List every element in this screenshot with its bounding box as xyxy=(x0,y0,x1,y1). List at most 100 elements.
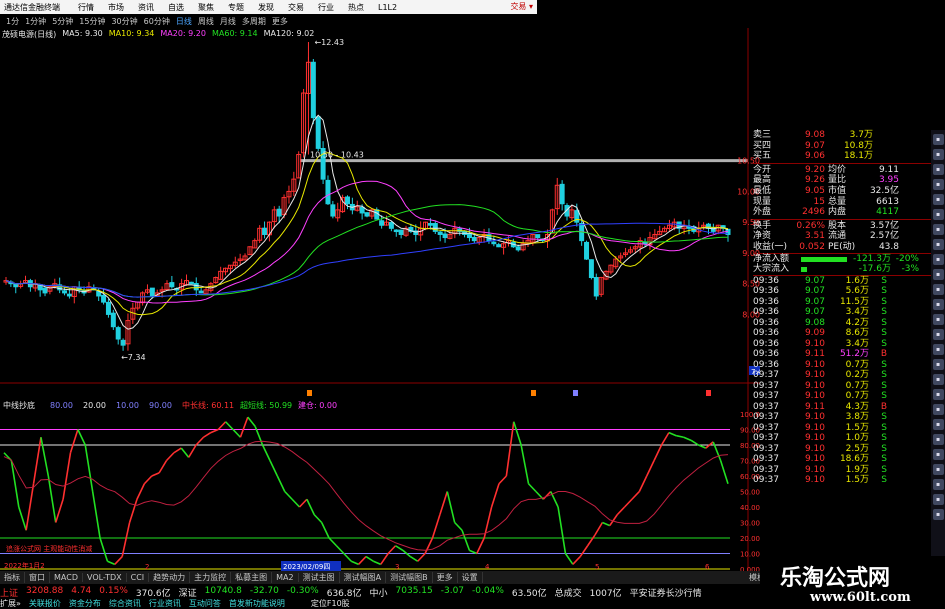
indicator-tab[interactable]: CCI xyxy=(127,573,150,582)
oscillator-segment xyxy=(269,460,279,477)
trade-button[interactable]: 交易 ▾ xyxy=(510,1,533,12)
menu-item[interactable]: 热点 xyxy=(348,2,364,13)
quote-key2: 总量 xyxy=(828,196,847,207)
extension-link[interactable]: 综合资讯 xyxy=(109,598,141,609)
indicator-tab[interactable]: 设置 xyxy=(458,572,483,583)
period-tab[interactable]: 多周期 xyxy=(242,16,266,27)
indicator-name: 中线抄底 xyxy=(3,400,35,410)
sz-value: 10740.8 xyxy=(204,586,242,596)
f10-locator[interactable]: 定位F10股 xyxy=(311,598,350,609)
menu-item[interactable]: 发现 xyxy=(258,2,274,13)
signal-marker xyxy=(573,390,578,396)
oscillator-segment xyxy=(446,491,456,523)
toolbar-icon[interactable]: ▪ xyxy=(932,239,944,250)
toolbar-icon[interactable]: ▪ xyxy=(932,299,944,310)
toolbar-icon[interactable]: ▪ xyxy=(932,404,944,415)
toolbar-icon[interactable]: ▪ xyxy=(932,509,944,520)
toolbar-icon[interactable]: ▪ xyxy=(932,479,944,490)
tick-row: 09:36 9.07 11.5万 S xyxy=(753,297,931,308)
menu-item[interactable]: 资讯 xyxy=(138,2,154,13)
period-tab[interactable]: 60分钟 xyxy=(144,16,170,27)
oscillator-segment xyxy=(188,444,197,458)
oscillator-segment xyxy=(291,498,301,508)
toolbar-icon[interactable]: ▪ xyxy=(932,149,944,160)
indicator-tab[interactable]: 窗口 xyxy=(25,572,50,583)
menu-item[interactable]: 行情 xyxy=(78,2,94,13)
toolbar-icon[interactable]: ▪ xyxy=(932,134,944,145)
toolbar-icon[interactable]: ▪ xyxy=(932,254,944,265)
candle-body xyxy=(437,231,443,235)
toolbar-icon[interactable]: ▪ xyxy=(932,209,944,220)
period-tab[interactable]: 周线 xyxy=(198,16,214,27)
tick-price: 9.08 xyxy=(804,317,825,328)
menu-item[interactable]: 交易 xyxy=(288,2,304,13)
toolbar-icon[interactable]: ▪ xyxy=(932,344,944,355)
menu-item[interactable]: 自选 xyxy=(168,2,184,13)
toolbar-icon[interactable]: ▪ xyxy=(932,224,944,235)
indicator-tab[interactable]: 测试幅图B xyxy=(386,572,433,583)
quote-key2: 股本 xyxy=(828,220,847,231)
toolbar-icon[interactable]: ▪ xyxy=(932,419,944,430)
menu-item[interactable]: 市场 xyxy=(108,2,124,13)
indicator-tab[interactable]: VOL-TDX xyxy=(83,573,127,582)
period-tab[interactable]: 15分钟 xyxy=(79,16,105,27)
indicator-param: 20.00 xyxy=(83,401,106,410)
tick-price: 9.07 xyxy=(804,286,825,297)
tick-volume: 51.2万 xyxy=(839,349,869,360)
toolbar-icon[interactable]: ▪ xyxy=(932,179,944,190)
extension-link[interactable]: 首发新功能说明 xyxy=(229,598,285,609)
toolbar-icon[interactable]: ▪ xyxy=(932,464,944,475)
extension-link[interactable]: 互动问答 xyxy=(189,598,221,609)
period-tab[interactable]: 1分钟 xyxy=(25,16,46,27)
toolbar-icon[interactable]: ▪ xyxy=(932,284,944,295)
net-flow-key: 大宗流入 xyxy=(753,264,790,275)
extension-link[interactable]: 资金分布 xyxy=(69,598,101,609)
sh-change: 4.74 xyxy=(71,586,92,596)
indicator-tab[interactable]: 更多 xyxy=(433,572,458,583)
period-tab[interactable]: 日线 xyxy=(176,16,192,27)
indicator-tab[interactable]: 测试幅图A xyxy=(340,572,387,583)
kline-chart[interactable]: ←12.43←7.3410.50 - 10.4310.5010.009.509.… xyxy=(0,28,760,588)
toolbar-icon[interactable]: ▪ xyxy=(932,164,944,175)
oscillator-segment xyxy=(84,444,94,492)
date-left-label: 2022年1月2 xyxy=(4,561,45,570)
toolbar-icon[interactable]: ▪ xyxy=(932,389,944,400)
toolbar-icon[interactable]: ▪ xyxy=(932,314,944,325)
extension-link[interactable]: 关联报价 xyxy=(29,598,61,609)
oscillator-segment xyxy=(165,452,175,462)
indicator-tab[interactable]: 主力监控 xyxy=(190,572,232,583)
toolbar-icon[interactable]: ▪ xyxy=(932,449,944,460)
candle-body xyxy=(120,339,126,346)
menu-item[interactable]: 聚焦 xyxy=(198,2,214,13)
indicator-tab[interactable]: MACD xyxy=(50,573,83,582)
tick-row: 09:37 9.10 0.7万 S xyxy=(753,381,931,392)
period-tab[interactable]: 1分 xyxy=(6,16,19,27)
indicator-tab[interactable]: 趋势动力 xyxy=(149,572,191,583)
menu-item[interactable]: 行业 xyxy=(318,2,334,13)
tick-row: 09:37 9.10 0.7万 S xyxy=(753,391,931,402)
indicator-axis-tick: 30.00 xyxy=(740,520,760,528)
toolbar-icon[interactable]: ▪ xyxy=(932,434,944,445)
extension-link[interactable]: 行业资讯 xyxy=(149,598,181,609)
period-tab[interactable]: 更多 xyxy=(272,16,288,27)
toolbar-icon[interactable]: ▪ xyxy=(932,329,944,340)
indicator-tab[interactable]: 测试主图 xyxy=(299,572,340,583)
indicator-tab[interactable]: MA2 xyxy=(272,573,299,582)
indicator-tab[interactable]: 私募主图 xyxy=(231,572,273,583)
toolbar-icon[interactable]: ▪ xyxy=(932,269,944,280)
toolbar-icon[interactable]: ▪ xyxy=(932,374,944,385)
tick-row: 09:37 9.10 1.5万 S xyxy=(753,475,931,486)
toolbar-icon[interactable]: ▪ xyxy=(932,494,944,505)
toolbar-icon[interactable]: ▪ xyxy=(932,359,944,370)
tick-volume: 1.0万 xyxy=(845,433,869,444)
menu-item[interactable]: L1L2 xyxy=(378,3,397,12)
oscillator-segment xyxy=(660,432,670,446)
extension-link[interactable]: 扩展» xyxy=(0,598,21,609)
menu-item[interactable]: 专题 xyxy=(228,2,244,13)
indicator-axis-tick: 10.00 xyxy=(740,551,760,559)
period-tab[interactable]: 5分钟 xyxy=(52,16,73,27)
indicator-tab[interactable]: 指标 xyxy=(0,572,25,583)
period-tab[interactable]: 30分钟 xyxy=(111,16,137,27)
toolbar-icon[interactable]: ▪ xyxy=(932,194,944,205)
period-tab[interactable]: 月线 xyxy=(220,16,236,27)
